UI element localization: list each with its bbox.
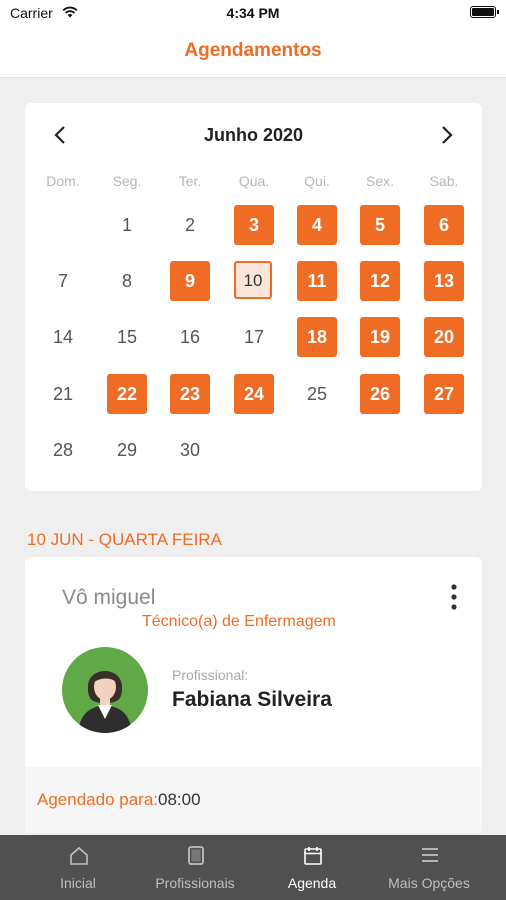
appointment-footer: Agendado para: 08:00 xyxy=(25,767,482,833)
calendar-day-26[interactable]: 26 xyxy=(360,374,400,414)
weekday-label: Qui. xyxy=(304,173,330,189)
tab-inicial[interactable]: Inicial xyxy=(15,835,141,900)
tab-label: Profissionais xyxy=(155,875,235,891)
home-icon xyxy=(70,846,88,865)
appointment-card[interactable]: Vô miguel Técnico(a) de Enfermagem Profi… xyxy=(25,557,482,833)
professional-label: Profissional: xyxy=(172,667,249,683)
professional-avatar-icon xyxy=(78,671,132,733)
professional-role: Técnico(a) de Enfermagem xyxy=(142,613,336,630)
calendar-day-2: 2 xyxy=(184,215,195,235)
calendar-day-16: 16 xyxy=(179,327,201,347)
calendar-day-9[interactable]: 9 xyxy=(170,261,210,301)
scheduled-label: Agendado para: xyxy=(37,790,158,809)
calendar-day-4[interactable]: 4 xyxy=(297,205,337,245)
calendar-day-1: 1 xyxy=(121,215,132,235)
calendar-day-30: 30 xyxy=(179,440,201,460)
calendar-day-10[interactable]: 10 xyxy=(234,261,272,299)
calendar-day-15: 15 xyxy=(116,327,138,347)
calendar-month-label: Junho 2020 xyxy=(203,125,304,145)
weekday-label: Qua. xyxy=(238,173,270,189)
patient-name: Vô miguel xyxy=(62,586,156,609)
calendar-day-21: 21 xyxy=(52,384,74,404)
calendar-day-29: 29 xyxy=(116,440,138,460)
nav-header: Agendamentos xyxy=(0,26,506,78)
weekday-label: Sex. xyxy=(365,173,394,189)
weekday-label: Seg. xyxy=(112,173,142,189)
calendar-day-27[interactable]: 27 xyxy=(424,374,464,414)
tab-bar: Inicial Profissionais Agenda Mais Opções xyxy=(0,835,506,900)
status-bar: Carrier 4:34 PM xyxy=(0,0,506,26)
scheduled-time: 08:00 xyxy=(158,790,201,809)
battery-icon xyxy=(470,6,499,18)
avatar xyxy=(62,647,148,733)
calendar-day-22[interactable]: 22 xyxy=(107,374,147,414)
chevron-right-icon[interactable] xyxy=(434,123,458,147)
calendar-day-20[interactable]: 20 xyxy=(424,317,464,357)
calendar-day-17: 17 xyxy=(243,327,265,347)
calendar-day-13[interactable]: 13 xyxy=(424,261,464,301)
calendar-icon xyxy=(304,847,322,865)
tab-label: Inicial xyxy=(60,875,96,891)
menu-icon xyxy=(422,848,438,862)
status-time: 4:34 PM xyxy=(226,5,280,21)
calendar-header: Junho 2020 xyxy=(25,123,482,147)
calendar-day-3[interactable]: 3 xyxy=(234,205,274,245)
calendar-day-12[interactable]: 12 xyxy=(360,261,400,301)
calendar-day-14: 14 xyxy=(52,327,74,347)
weekday-label: Dom. xyxy=(46,173,80,189)
tab-label: Mais Opções xyxy=(388,875,470,891)
selected-date-heading: 10 JUN - QUARTA FEIRA xyxy=(27,530,222,549)
tablet-icon xyxy=(188,846,204,865)
weekday-label: Ter. xyxy=(178,173,202,189)
calendar-day-5[interactable]: 5 xyxy=(360,205,400,245)
calendar-day-7: 7 xyxy=(57,271,68,291)
calendar-day-28: 28 xyxy=(52,440,74,460)
calendar-day-23[interactable]: 23 xyxy=(170,374,210,414)
calendar-day-6[interactable]: 6 xyxy=(424,205,464,245)
tab-agenda[interactable]: Agenda xyxy=(249,835,375,900)
calendar-day-18[interactable]: 18 xyxy=(297,317,337,357)
weekday-header: Dom. Seg. Ter. Qua. Qui. Sex. Sab. xyxy=(25,173,482,191)
weekday-label: Sab. xyxy=(429,173,459,189)
page-title: Agendamentos xyxy=(184,40,322,61)
calendar-day-24[interactable]: 24 xyxy=(234,374,274,414)
calendar: Junho 2020 Dom. Seg. Ter. Qua. Qui. Sex. Sab. … xyxy=(25,103,482,491)
calendar-day-19[interactable]: 19 xyxy=(360,317,400,357)
calendar-day-11[interactable]: 11 xyxy=(297,261,337,301)
professional-name: Fabiana Silveira xyxy=(172,688,332,711)
calendar-day-25: 25 xyxy=(306,384,328,404)
calendar-day-8: 8 xyxy=(121,271,132,291)
tab-mais-op-es[interactable]: Mais Opções xyxy=(366,835,492,900)
tab-label: Agenda xyxy=(287,875,337,891)
tab-profissionais[interactable]: Profissionais xyxy=(132,835,258,900)
more-vertical-icon[interactable] xyxy=(446,583,462,611)
